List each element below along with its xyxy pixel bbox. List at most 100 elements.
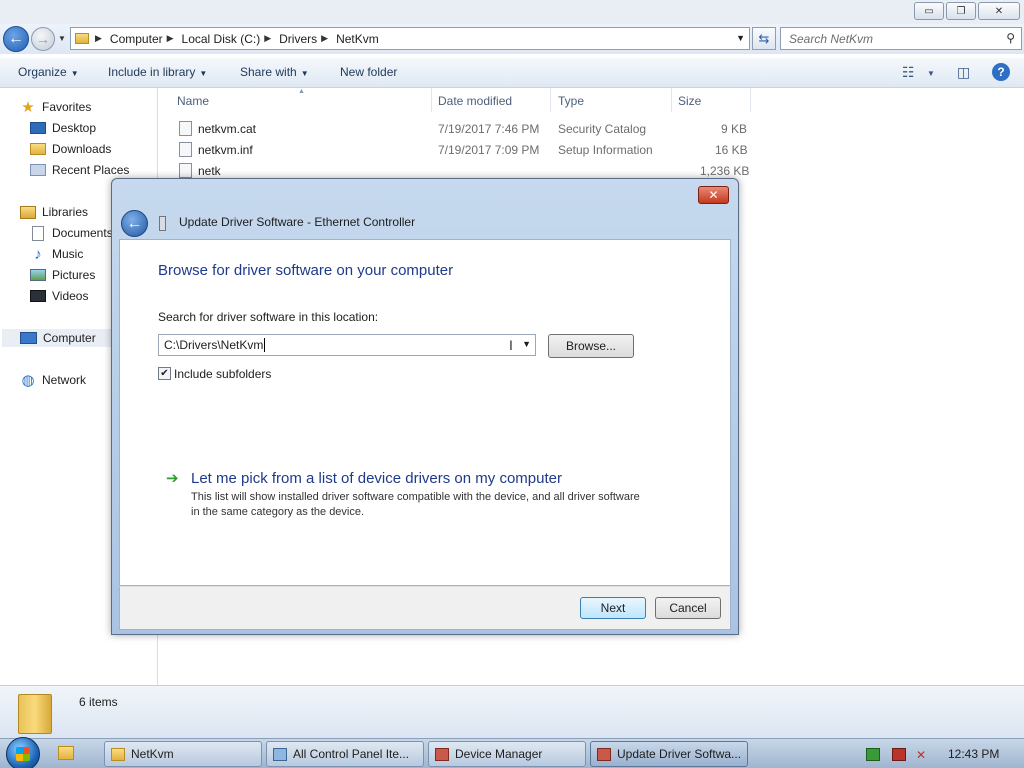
folder-icon — [18, 694, 52, 734]
nav-desktop[interactable]: Desktop — [30, 119, 96, 137]
nav-libraries[interactable]: Libraries — [20, 203, 88, 221]
dialog-content: Browse for driver software on your compu… — [119, 239, 731, 586]
file-row[interactable]: netkvm.inf 7/19/2017 7:09 PM Setup Infor… — [159, 140, 759, 161]
preview-pane-icon[interactable]: ◫ — [957, 64, 970, 81]
refresh-button[interactable]: ⇆ — [752, 27, 776, 50]
share-with-menu[interactable]: Share with ▼ — [240, 65, 309, 79]
nav-recent-places[interactable]: Recent Places — [30, 161, 129, 179]
help-icon[interactable]: ? — [992, 63, 1010, 81]
taskbar-button-label: NetKvm — [131, 747, 174, 761]
search-input[interactable]: Search NetKvm ⚲ — [780, 27, 1022, 50]
include-subfolders-label[interactable]: Include subfolders — [174, 367, 271, 381]
nav-downloads[interactable]: Downloads — [30, 140, 111, 158]
organize-label: Organize — [18, 65, 67, 79]
dialog-back-button[interactable]: ← — [121, 210, 148, 237]
column-header-type[interactable]: Type — [558, 94, 584, 108]
close-button[interactable]: ✕ — [978, 2, 1020, 20]
control-panel-icon — [273, 747, 287, 761]
taskbar: NetKvm All Control Panel Ite... Device M… — [0, 737, 1024, 768]
driver-location-combobox[interactable]: C:\Drivers\NetKvm I ▼ — [158, 334, 536, 356]
pick-from-list-link[interactable]: Let me pick from a list of device driver… — [191, 470, 562, 487]
nav-label: Network — [42, 373, 87, 387]
column-header-size[interactable]: Size — [678, 94, 701, 108]
explorer-quick-launch-icon[interactable] — [58, 746, 74, 760]
chevron-right-icon[interactable]: ▶ — [95, 33, 102, 44]
back-arrow-icon: ← — [126, 214, 143, 232]
column-header-date-modified[interactable]: Date modified — [438, 94, 512, 108]
chevron-right-icon[interactable]: ▶ — [321, 33, 328, 44]
file-date: 7/19/2017 7:09 PM — [438, 143, 540, 157]
volume-muted-icon[interactable]: ✕ — [916, 748, 930, 762]
windows-logo-icon — [16, 747, 30, 761]
downloads-folder-icon — [30, 143, 46, 155]
search-placeholder: Search NetKvm — [789, 32, 874, 46]
dialog-heading: Browse for driver software on your compu… — [158, 262, 454, 279]
view-options-icon[interactable]: ☷ — [902, 64, 915, 81]
column-divider[interactable] — [671, 88, 672, 112]
nav-favorites[interactable]: ★ Favorites — [20, 98, 91, 116]
column-divider[interactable] — [431, 88, 432, 112]
minimize-button[interactable]: ▭ — [914, 2, 944, 20]
breadcrumb-netkvm[interactable]: NetKvm — [336, 32, 379, 46]
nav-videos[interactable]: Videos — [30, 287, 88, 305]
column-divider[interactable] — [750, 88, 751, 112]
maximize-button[interactable]: ❐ — [946, 2, 976, 20]
action-center-icon[interactable] — [866, 748, 880, 761]
taskbar-button-device-manager[interactable]: Device Manager — [428, 741, 586, 767]
taskbar-button-update-driver[interactable]: Update Driver Softwa... — [590, 741, 748, 767]
nav-label: Favorites — [42, 100, 92, 114]
new-folder-button[interactable]: New folder — [340, 65, 397, 79]
dialog-button-bar: Next Cancel — [119, 586, 731, 630]
column-header-name[interactable]: Name — [177, 94, 209, 108]
file-name: netkvm.inf — [198, 143, 253, 157]
dialog-title: Update Driver Software - Ethernet Contro… — [179, 215, 416, 229]
folder-icon — [75, 33, 89, 44]
file-icon — [179, 163, 192, 178]
chevron-right-icon[interactable]: ▶ — [167, 33, 174, 44]
address-bar[interactable]: ▶ Computer ▶ Local Disk (C:) ▶ Drivers ▶… — [70, 27, 750, 50]
taskbar-button-control-panel[interactable]: All Control Panel Ite... — [266, 741, 424, 767]
videos-icon — [30, 290, 46, 302]
back-button[interactable]: ← — [3, 26, 29, 52]
nav-label: Libraries — [42, 205, 89, 219]
system-clock[interactable]: 12:43 PM — [948, 747, 999, 761]
green-arrow-icon[interactable]: ➔ — [166, 469, 179, 487]
search-icon[interactable]: ⚲ — [1006, 31, 1015, 45]
taskbar-button-netkvm[interactable]: NetKvm — [104, 741, 262, 767]
breadcrumb-drivers[interactable]: Drivers — [279, 32, 317, 46]
ibeam-cursor-icon: I — [509, 337, 513, 353]
star-icon: ★ — [21, 99, 35, 116]
nav-label: Downloads — [52, 142, 112, 156]
recent-pages-dropdown[interactable]: ▼ — [58, 34, 66, 43]
chevron-right-icon[interactable]: ▶ — [264, 33, 271, 44]
nav-music[interactable]: ♪ Music — [30, 245, 83, 263]
pictures-icon — [30, 269, 46, 281]
start-button[interactable] — [6, 737, 40, 768]
device-manager-icon — [597, 747, 611, 761]
update-driver-dialog: ✕ ← Update Driver Software - Ethernet Co… — [111, 178, 739, 635]
forward-button[interactable]: → — [31, 27, 55, 51]
file-name: netkvm.cat — [198, 122, 257, 136]
browse-button[interactable]: Browse... — [548, 334, 634, 358]
organize-menu[interactable]: Organize ▼ — [18, 65, 79, 79]
breadcrumb-local-disk[interactable]: Local Disk (C:) — [182, 32, 261, 46]
column-divider[interactable] — [550, 88, 551, 112]
include-subfolders-checkbox[interactable]: ✔ — [158, 367, 171, 380]
nav-pictures[interactable]: Pictures — [30, 266, 95, 284]
dialog-close-button[interactable]: ✕ — [698, 186, 729, 204]
nav-documents[interactable]: Documents — [30, 224, 113, 242]
chevron-down-icon[interactable]: ▼ — [736, 33, 745, 43]
cancel-button[interactable]: Cancel — [655, 597, 721, 619]
chevron-down-icon[interactable]: ▼ — [522, 339, 531, 349]
refresh-icon: ⇆ — [758, 30, 770, 46]
status-bar: 6 items — [0, 685, 1024, 738]
file-row[interactable]: netkvm.cat 7/19/2017 7:46 PM Security Ca… — [159, 119, 759, 140]
breadcrumb-computer[interactable]: Computer — [110, 32, 163, 46]
nav-network[interactable]: ◍ Network — [20, 371, 86, 389]
libraries-icon — [20, 205, 36, 219]
network-warning-icon[interactable] — [892, 748, 906, 761]
next-button[interactable]: Next — [580, 597, 646, 619]
chevron-down-icon[interactable]: ▼ — [927, 69, 935, 78]
include-in-library-menu[interactable]: Include in library ▼ — [108, 65, 207, 79]
nav-label: Recent Places — [52, 163, 130, 177]
